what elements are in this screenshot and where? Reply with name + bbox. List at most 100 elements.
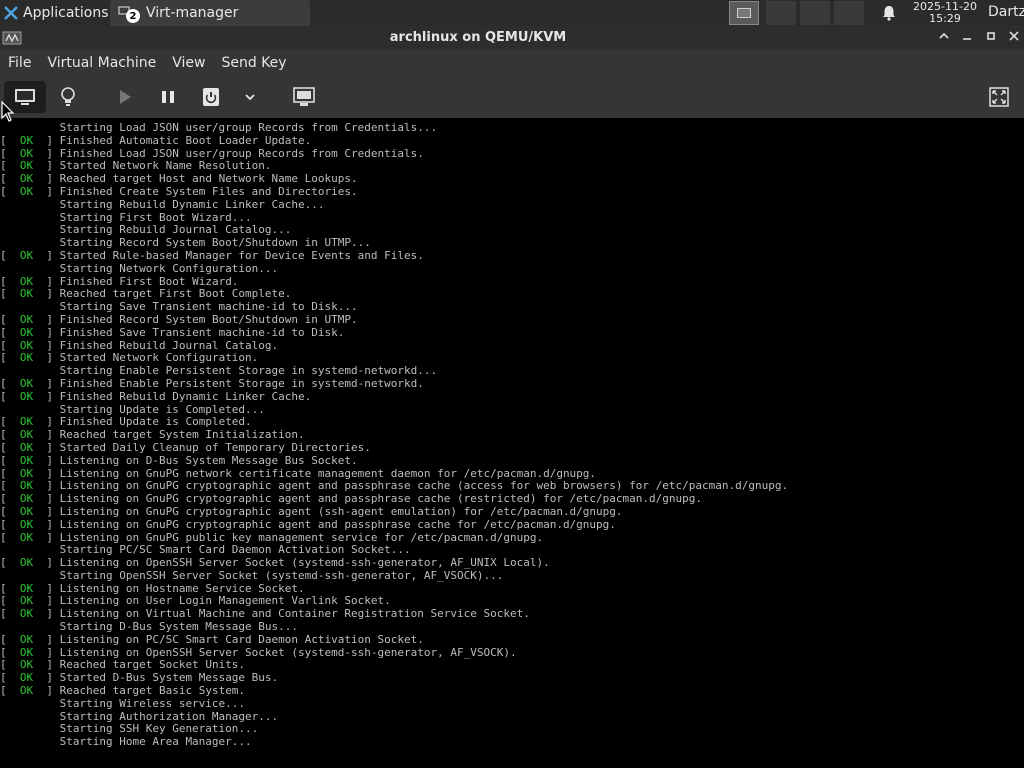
console-line-text: Listening on GnuPG cryptographic agent a…: [59, 492, 703, 506]
window-close-button[interactable]: [1005, 29, 1023, 47]
fullscreen-button[interactable]: [984, 81, 1014, 113]
menu-send-key[interactable]: Send Key: [213, 50, 294, 77]
status-ok: [ OK ]: [0, 248, 60, 262]
console-line-text: Starting Authorization Manager...: [59, 709, 279, 723]
console-line-text: Listening on User Login Management Varli…: [59, 594, 391, 608]
status-ok: [ OK ]: [0, 428, 60, 442]
console-line-text: Started D-Bus System Message Bus.: [59, 671, 279, 685]
console-line-text: Listening on OpenSSH Server Socket (syst…: [59, 556, 550, 570]
shutdown-options-dropdown[interactable]: [238, 81, 262, 113]
vm-console-display[interactable]: Starting Load JSON user/group Records fr…: [0, 118, 1024, 768]
status-ok: [ OK ]: [0, 581, 60, 595]
status-ok: [ OK ]: [0, 658, 60, 672]
console-line-text: Starting Enable Persistent Storage in sy…: [59, 364, 438, 378]
menu-view[interactable]: View: [164, 50, 213, 77]
menu-virtual-machine[interactable]: Virtual Machine: [39, 50, 164, 77]
maximize-icon: [987, 32, 995, 40]
notification-bell-icon[interactable]: [880, 4, 898, 22]
play-icon: [120, 90, 131, 104]
window-shade-button[interactable]: [935, 29, 953, 47]
console-line-text: Listening on Virtual Machine and Contain…: [59, 607, 530, 621]
status-ok: [ OK ]: [0, 184, 60, 198]
console-line-text: Finished Rebuild Journal Catalog.: [59, 338, 279, 352]
console-line-text: Reached target Basic System.: [59, 684, 246, 698]
console-line-text: Finished Enable Persistent Storage in sy…: [59, 376, 424, 390]
workspace-3-button[interactable]: [800, 1, 830, 25]
ok-label: OK: [13, 453, 40, 467]
console-line-text: Started Rule-based Manager for Device Ev…: [59, 248, 424, 262]
status-ok: [ OK ]: [0, 466, 60, 480]
minimize-icon: [963, 38, 971, 40]
window-title: archlinux on QEMU/KVM: [389, 30, 567, 45]
console-line-text: Listening on D-Bus System Message Bus So…: [59, 453, 358, 467]
status-blank: [0, 223, 60, 236]
workspace-2-button[interactable]: [766, 1, 796, 25]
snapshots-button[interactable]: [290, 81, 320, 113]
status-blank: [0, 543, 60, 556]
lightbulb-icon: [61, 87, 75, 106]
status-ok: [ OK ]: [0, 607, 60, 621]
ok-label: OK: [13, 389, 40, 403]
applications-menu-button[interactable]: Applications: [0, 0, 115, 26]
status-ok: [ OK ]: [0, 338, 60, 352]
show-details-button[interactable]: [52, 81, 84, 113]
close-icon: [1009, 31, 1019, 41]
user-name[interactable]: Dartz: [988, 4, 1024, 20]
run-button[interactable]: [110, 81, 140, 113]
ok-label: OK: [13, 338, 40, 352]
ok-label: OK: [13, 325, 40, 339]
snapshot-icon: [293, 87, 315, 106]
ok-label: OK: [13, 159, 40, 173]
status-ok: [ OK ]: [0, 479, 60, 493]
console-line-text: Starting SSH Key Generation...: [59, 722, 259, 736]
ok-label: OK: [13, 684, 40, 698]
status-ok: [ OK ]: [0, 133, 60, 147]
status-blank: [0, 710, 60, 723]
status-blank: [0, 262, 60, 275]
status-ok: [ OK ]: [0, 376, 60, 390]
status-blank: [0, 620, 60, 633]
status-blank: [0, 236, 60, 249]
window-minimize-button[interactable]: [958, 29, 976, 47]
console-line-text: Finished Save Transient machine-id to Di…: [59, 325, 345, 339]
status-blank: [0, 697, 60, 710]
pause-button[interactable]: [153, 81, 183, 113]
status-blank: [0, 403, 60, 416]
console-line-text: Starting Update is Completed...: [59, 402, 265, 416]
xfce-logo-icon: [4, 6, 18, 20]
console-line-text: Listening on GnuPG cryptographic agent (…: [59, 504, 623, 518]
status-ok: [ OK ]: [0, 146, 60, 160]
ok-label: OK: [13, 607, 40, 621]
shutdown-button[interactable]: [196, 81, 226, 113]
ok-label: OK: [13, 530, 40, 544]
console-line-text: Starting Record System Boot/Shutdown in …: [59, 236, 371, 250]
status-ok: [ OK ]: [0, 351, 60, 365]
status-ok: [ OK ]: [0, 274, 60, 288]
console-line-text: Starting Load JSON user/group Records fr…: [59, 121, 438, 134]
console-line-text: Starting PC/SC Smart Card Daemon Activat…: [59, 543, 411, 557]
console-line-text: Starting Home Area Manager...: [59, 735, 252, 749]
status-blank: [0, 722, 60, 735]
panel-clock[interactable]: 2025-11-20 15:29: [910, 1, 980, 25]
workspace-4-button[interactable]: [834, 1, 864, 25]
console-line-text: Finished First Boot Wizard.: [59, 274, 239, 288]
ok-label: OK: [13, 184, 40, 198]
console-line-text: Finished Automatic Boot Loader Update.: [59, 133, 312, 147]
menu-file[interactable]: File: [0, 50, 39, 77]
ok-label: OK: [13, 248, 40, 262]
window-maximize-button[interactable]: [982, 29, 1000, 47]
status-blank: [0, 211, 60, 224]
workspace-1-button[interactable]: [729, 1, 759, 25]
console-line-text: Reached target First Boot Complete.: [59, 287, 292, 301]
console-line-text: Listening on PC/SC Smart Card Daemon Act…: [59, 632, 424, 646]
status-blank: [0, 300, 60, 313]
menu-bar: File Virtual Machine View Send Key: [0, 50, 1024, 77]
window-titlebar[interactable]: archlinux on QEMU/KVM: [0, 26, 1024, 50]
ok-label: OK: [13, 645, 40, 659]
status-ok: [ OK ]: [0, 453, 60, 467]
status-ok: [ OK ]: [0, 530, 60, 544]
mouse-pointer-icon: [1, 101, 15, 122]
status-blank: [0, 198, 60, 211]
status-ok: [ OK ]: [0, 632, 60, 646]
taskbar-item-virt-manager[interactable]: 2 Virt-manager: [110, 0, 310, 26]
